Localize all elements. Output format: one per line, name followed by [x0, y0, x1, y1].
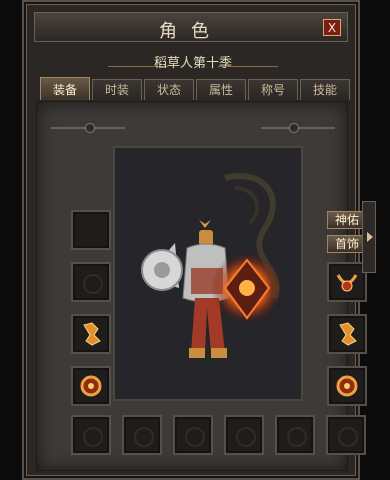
tab-titles[interactable]: 称号: [248, 79, 298, 100]
close-button[interactable]: X: [323, 19, 341, 36]
character-model: [141, 173, 283, 358]
panel-ornament-right: [261, 123, 335, 133]
equip-slot-bottom-6[interactable]: [326, 415, 366, 455]
tab-bar: 装备 时装 状态 属性 称号 技能: [40, 77, 350, 101]
accessory-button[interactable]: 首饰: [327, 235, 367, 253]
character-name: 稻草人第十季: [153, 56, 232, 71]
ring-icon: [339, 322, 357, 346]
tab-attributes[interactable]: 属性: [196, 79, 246, 100]
tab-equipment[interactable]: 装备: [40, 77, 90, 100]
ring-icon: [83, 322, 101, 346]
right-ornament: [218, 66, 278, 67]
tab-fashion[interactable]: 时装: [92, 79, 142, 100]
equip-slot-ring-left[interactable]: [71, 314, 111, 354]
character-window: 角色 X 稻草人第十季 装备 时装 状态 属性 称号 技能 神佑 首饰: [22, 0, 367, 480]
tab-skills[interactable]: 技能: [300, 79, 350, 100]
bracelet-icon: [336, 375, 358, 397]
equip-slot-ring-right[interactable]: [327, 314, 367, 354]
equip-slot-bottom-3[interactable]: [173, 415, 213, 455]
blessing-button[interactable]: 神佑: [327, 211, 367, 229]
expand-side-panel-button[interactable]: [362, 201, 376, 273]
equip-slot-armor[interactable]: [71, 262, 111, 302]
necklace-icon: [336, 274, 358, 292]
equip-slot-bracelet-left[interactable]: [71, 366, 111, 406]
title-bar[interactable]: 角色 X: [34, 12, 348, 42]
equip-slot-bottom-1[interactable]: [71, 415, 111, 455]
equipment-panel: 神佑 首饰: [36, 101, 367, 471]
flame-shield-icon: [211, 252, 283, 324]
chevron-right-icon: [367, 232, 373, 242]
window-title: 角色: [159, 21, 223, 42]
panel-ornament-left: [51, 123, 125, 133]
equip-slot-weapon[interactable]: [71, 210, 111, 250]
bracelet-icon: [80, 375, 102, 397]
equip-slot-bottom-2[interactable]: [122, 415, 162, 455]
equip-slot-bottom-4[interactable]: [224, 415, 264, 455]
character-preview[interactable]: [113, 146, 303, 401]
equip-slot-bottom-5[interactable]: [275, 415, 315, 455]
equip-slot-bracelet-right[interactable]: [327, 366, 367, 406]
equip-slot-necklace[interactable]: [327, 262, 367, 302]
fan-icon: [141, 243, 183, 291]
tab-status[interactable]: 状态: [144, 79, 194, 100]
